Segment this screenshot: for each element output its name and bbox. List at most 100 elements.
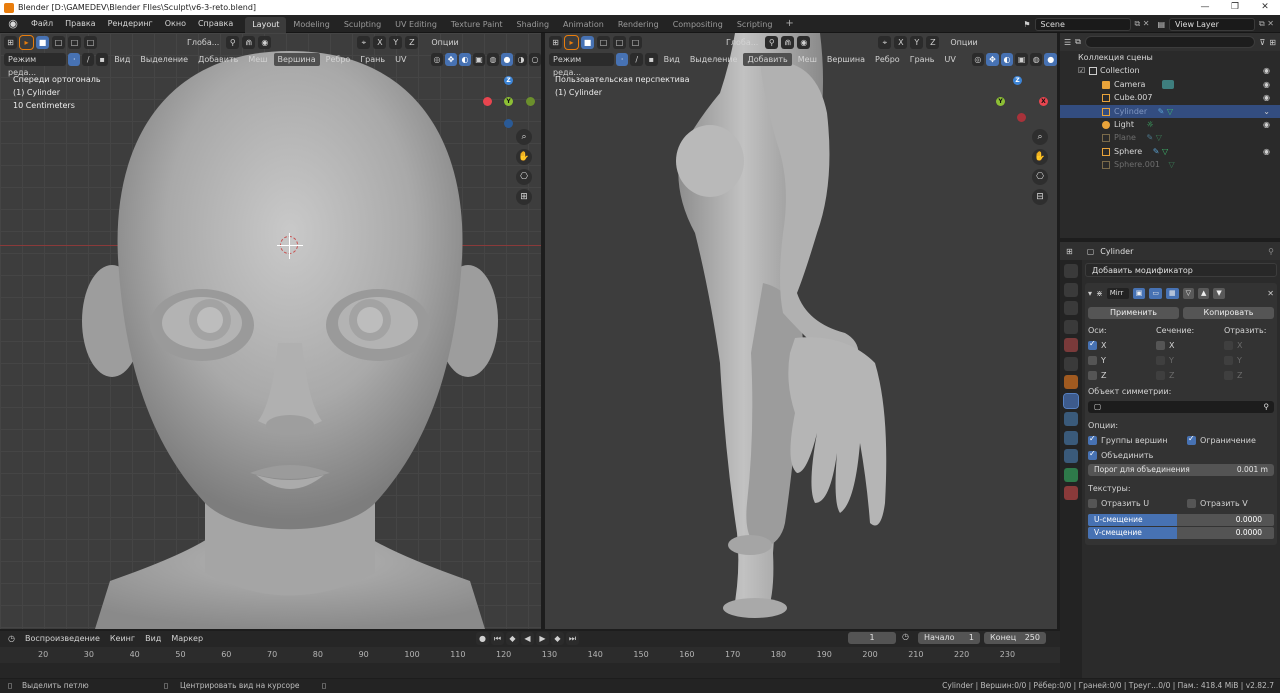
edge-select-icon[interactable]: / xyxy=(630,53,644,66)
gizmo-z-axis[interactable]: Z xyxy=(1013,76,1022,85)
data-tab-icon[interactable] xyxy=(1064,467,1078,482)
outliner-item-plane[interactable]: Plane ✎ ▽ xyxy=(1060,131,1280,144)
menu-select[interactable]: Выделение xyxy=(136,53,192,66)
move-down-icon[interactable]: ▼ xyxy=(1213,287,1225,299)
copy-button[interactable]: Копировать xyxy=(1183,306,1274,319)
snap-icon[interactable]: ⋒ xyxy=(242,35,256,49)
gizmo-y-axis[interactable]: Y xyxy=(996,97,1005,106)
world-tab-icon[interactable] xyxy=(1064,356,1078,371)
apply-button[interactable]: Применить xyxy=(1088,306,1179,319)
zoom-icon[interactable]: ⌕ xyxy=(1032,129,1048,145)
gizmo-y-axis[interactable]: Y xyxy=(504,97,513,106)
interaction-mode-dropdown[interactable]: Режим реда... xyxy=(4,53,67,77)
merge-checkbox[interactable]: Объединить xyxy=(1088,449,1153,460)
collapse-chevron-icon[interactable]: ⌄ xyxy=(1263,105,1270,118)
on-cage-icon[interactable]: ▽ xyxy=(1182,287,1194,299)
view-layer-tab-icon[interactable] xyxy=(1064,319,1078,334)
solid-shading-icon[interactable]: ● xyxy=(1044,53,1057,66)
visibility-icon[interactable]: ◎ xyxy=(971,53,985,66)
gizmo-icon[interactable]: ✥ xyxy=(445,53,458,66)
outliner-search-input[interactable] xyxy=(1084,36,1256,48)
axis-x-toggle[interactable]: X xyxy=(373,35,387,49)
show-in-render-icon[interactable]: ▣ xyxy=(1132,287,1146,299)
minimize-icon[interactable]: — xyxy=(1190,0,1220,15)
tab-uv-editing[interactable]: UV Editing xyxy=(388,17,444,33)
select-invert-icon[interactable]: □ xyxy=(629,35,642,49)
outliner-item-cylinder[interactable]: Cylinder ✎ ▽ ⌄ xyxy=(1060,104,1280,118)
visibility-eye-icon[interactable]: ◉ xyxy=(1263,91,1270,104)
pan-hand-icon[interactable]: ✋ xyxy=(1032,149,1048,165)
face-select-icon[interactable]: ▪ xyxy=(96,53,109,66)
interaction-mode-dropdown[interactable]: Режим реда... xyxy=(549,53,614,77)
move-up-icon[interactable]: ▲ xyxy=(1197,287,1210,299)
menu-view[interactable]: Вид xyxy=(110,53,134,66)
eyedropper-icon[interactable]: ⚲ xyxy=(1264,401,1270,413)
tab-modeling[interactable]: Modeling xyxy=(286,17,336,33)
menu-help[interactable]: Справка xyxy=(192,15,239,33)
vertex-select-icon[interactable]: · xyxy=(68,53,81,66)
v-offset-slider[interactable]: V-смещение 0.0000 xyxy=(1088,527,1274,539)
show-in-editmode-icon[interactable]: ▦ xyxy=(1165,287,1179,299)
render-tab-icon[interactable] xyxy=(1064,282,1078,297)
menu-select[interactable]: Выделение xyxy=(686,53,742,66)
timeline-editor-icon[interactable]: ◷ xyxy=(8,634,15,643)
menu-uv[interactable]: UV xyxy=(941,53,960,66)
viewport-front-ortho[interactable]: ⊞ ▸ ■ □ □ □ Глоба... ⚲ ⋒ ◉ ⌖ X Y Z Опции… xyxy=(0,33,541,629)
gizmo-x-negative[interactable] xyxy=(483,97,492,106)
wireframe-shading-icon[interactable]: ◍ xyxy=(1029,53,1043,66)
add-modifier-dropdown[interactable]: Добавить модификатор xyxy=(1085,263,1277,277)
tab-scripting[interactable]: Scripting xyxy=(730,17,780,33)
bisect-y-checkbox[interactable]: Y xyxy=(1156,356,1220,365)
proportional-edit-icon[interactable]: ◉ xyxy=(797,35,811,49)
visibility-eye-icon[interactable]: ◉ xyxy=(1263,64,1270,77)
outliner-item-camera[interactable]: Camera ◉ xyxy=(1060,78,1280,91)
axis-y-checkbox[interactable]: Y xyxy=(1088,356,1152,365)
axis-y-toggle[interactable]: Y xyxy=(389,35,403,49)
vertex-select-icon[interactable]: · xyxy=(615,53,629,66)
menu-uv[interactable]: UV xyxy=(391,53,410,66)
rendered-shading-icon[interactable]: ○ xyxy=(528,53,541,66)
zoom-icon[interactable]: ⌕ xyxy=(516,129,532,145)
flip-y-checkbox[interactable]: Y xyxy=(1224,356,1242,365)
overlays-icon[interactable]: ◐ xyxy=(1000,53,1014,66)
solid-shading-icon[interactable]: ● xyxy=(500,53,513,66)
visibility-icon[interactable]: ◎ xyxy=(431,53,444,66)
tab-sculpting[interactable]: Sculpting xyxy=(337,17,388,33)
gizmo-y-negative[interactable] xyxy=(526,97,535,106)
select-extend-icon[interactable]: □ xyxy=(52,35,65,49)
u-offset-slider[interactable]: U-смещение 0.0000 xyxy=(1088,514,1274,526)
menu-add[interactable]: Добавить xyxy=(743,53,792,66)
select-new-icon[interactable]: ■ xyxy=(36,35,49,49)
scene-tab-icon[interactable] xyxy=(1064,338,1078,352)
menu-file[interactable]: Файл xyxy=(25,15,59,33)
menu-window[interactable]: Окно xyxy=(159,15,192,33)
physics-tab-icon[interactable] xyxy=(1064,430,1078,445)
vertex-groups-checkbox[interactable]: Группы вершин xyxy=(1088,434,1183,445)
outliner-editor-icon[interactable]: ☰ xyxy=(1064,38,1071,47)
visibility-eye-icon[interactable]: ◉ xyxy=(1263,78,1270,91)
scene-collection-row[interactable]: Коллекция сцены xyxy=(1060,51,1280,64)
flip-z-checkbox[interactable]: Z xyxy=(1224,371,1242,380)
outliner-item-sphere001[interactable]: Sphere.001 ▽ xyxy=(1060,158,1280,171)
gizmo-icon[interactable]: ✥ xyxy=(986,53,999,66)
menu-face[interactable]: Грань xyxy=(356,53,389,66)
material-shading-icon[interactable]: ◑ xyxy=(514,53,527,66)
xray-icon[interactable]: ▣ xyxy=(473,53,485,66)
timeline-ruler[interactable]: 20 30 40 50 60 70 80 90 100 110 120 130 140 150 160 170… xyxy=(0,647,1060,663)
scene-options-icon[interactable]: ⧉ ✕ xyxy=(1135,19,1150,29)
menu-mesh[interactable]: Меш xyxy=(794,53,821,66)
start-frame-field[interactable]: Начало 1 xyxy=(918,632,980,644)
proportional-edit-icon[interactable]: ◉ xyxy=(258,35,272,49)
jump-end-icon[interactable]: ⏭ xyxy=(566,632,579,645)
object-tab-icon[interactable] xyxy=(1064,375,1078,389)
outliner-item-light[interactable]: Light ☼ ◉ xyxy=(1060,118,1280,131)
gizmo-z-negative[interactable] xyxy=(504,119,513,128)
navigation-gizmo[interactable]: Z Y X xyxy=(991,73,1055,137)
mirror-options-icon[interactable]: ⌖ xyxy=(878,35,892,49)
visibility-eye-icon[interactable]: ◉ xyxy=(1263,118,1270,131)
select-extend-icon[interactable]: □ xyxy=(597,35,610,49)
visibility-eye-icon[interactable]: ◉ xyxy=(1263,145,1270,158)
outliner-item-collection[interactable]: ☑ Collection ◉ xyxy=(1060,64,1280,77)
menu-edit[interactable]: Правка xyxy=(59,15,101,33)
select-new-icon[interactable]: ■ xyxy=(581,35,594,49)
